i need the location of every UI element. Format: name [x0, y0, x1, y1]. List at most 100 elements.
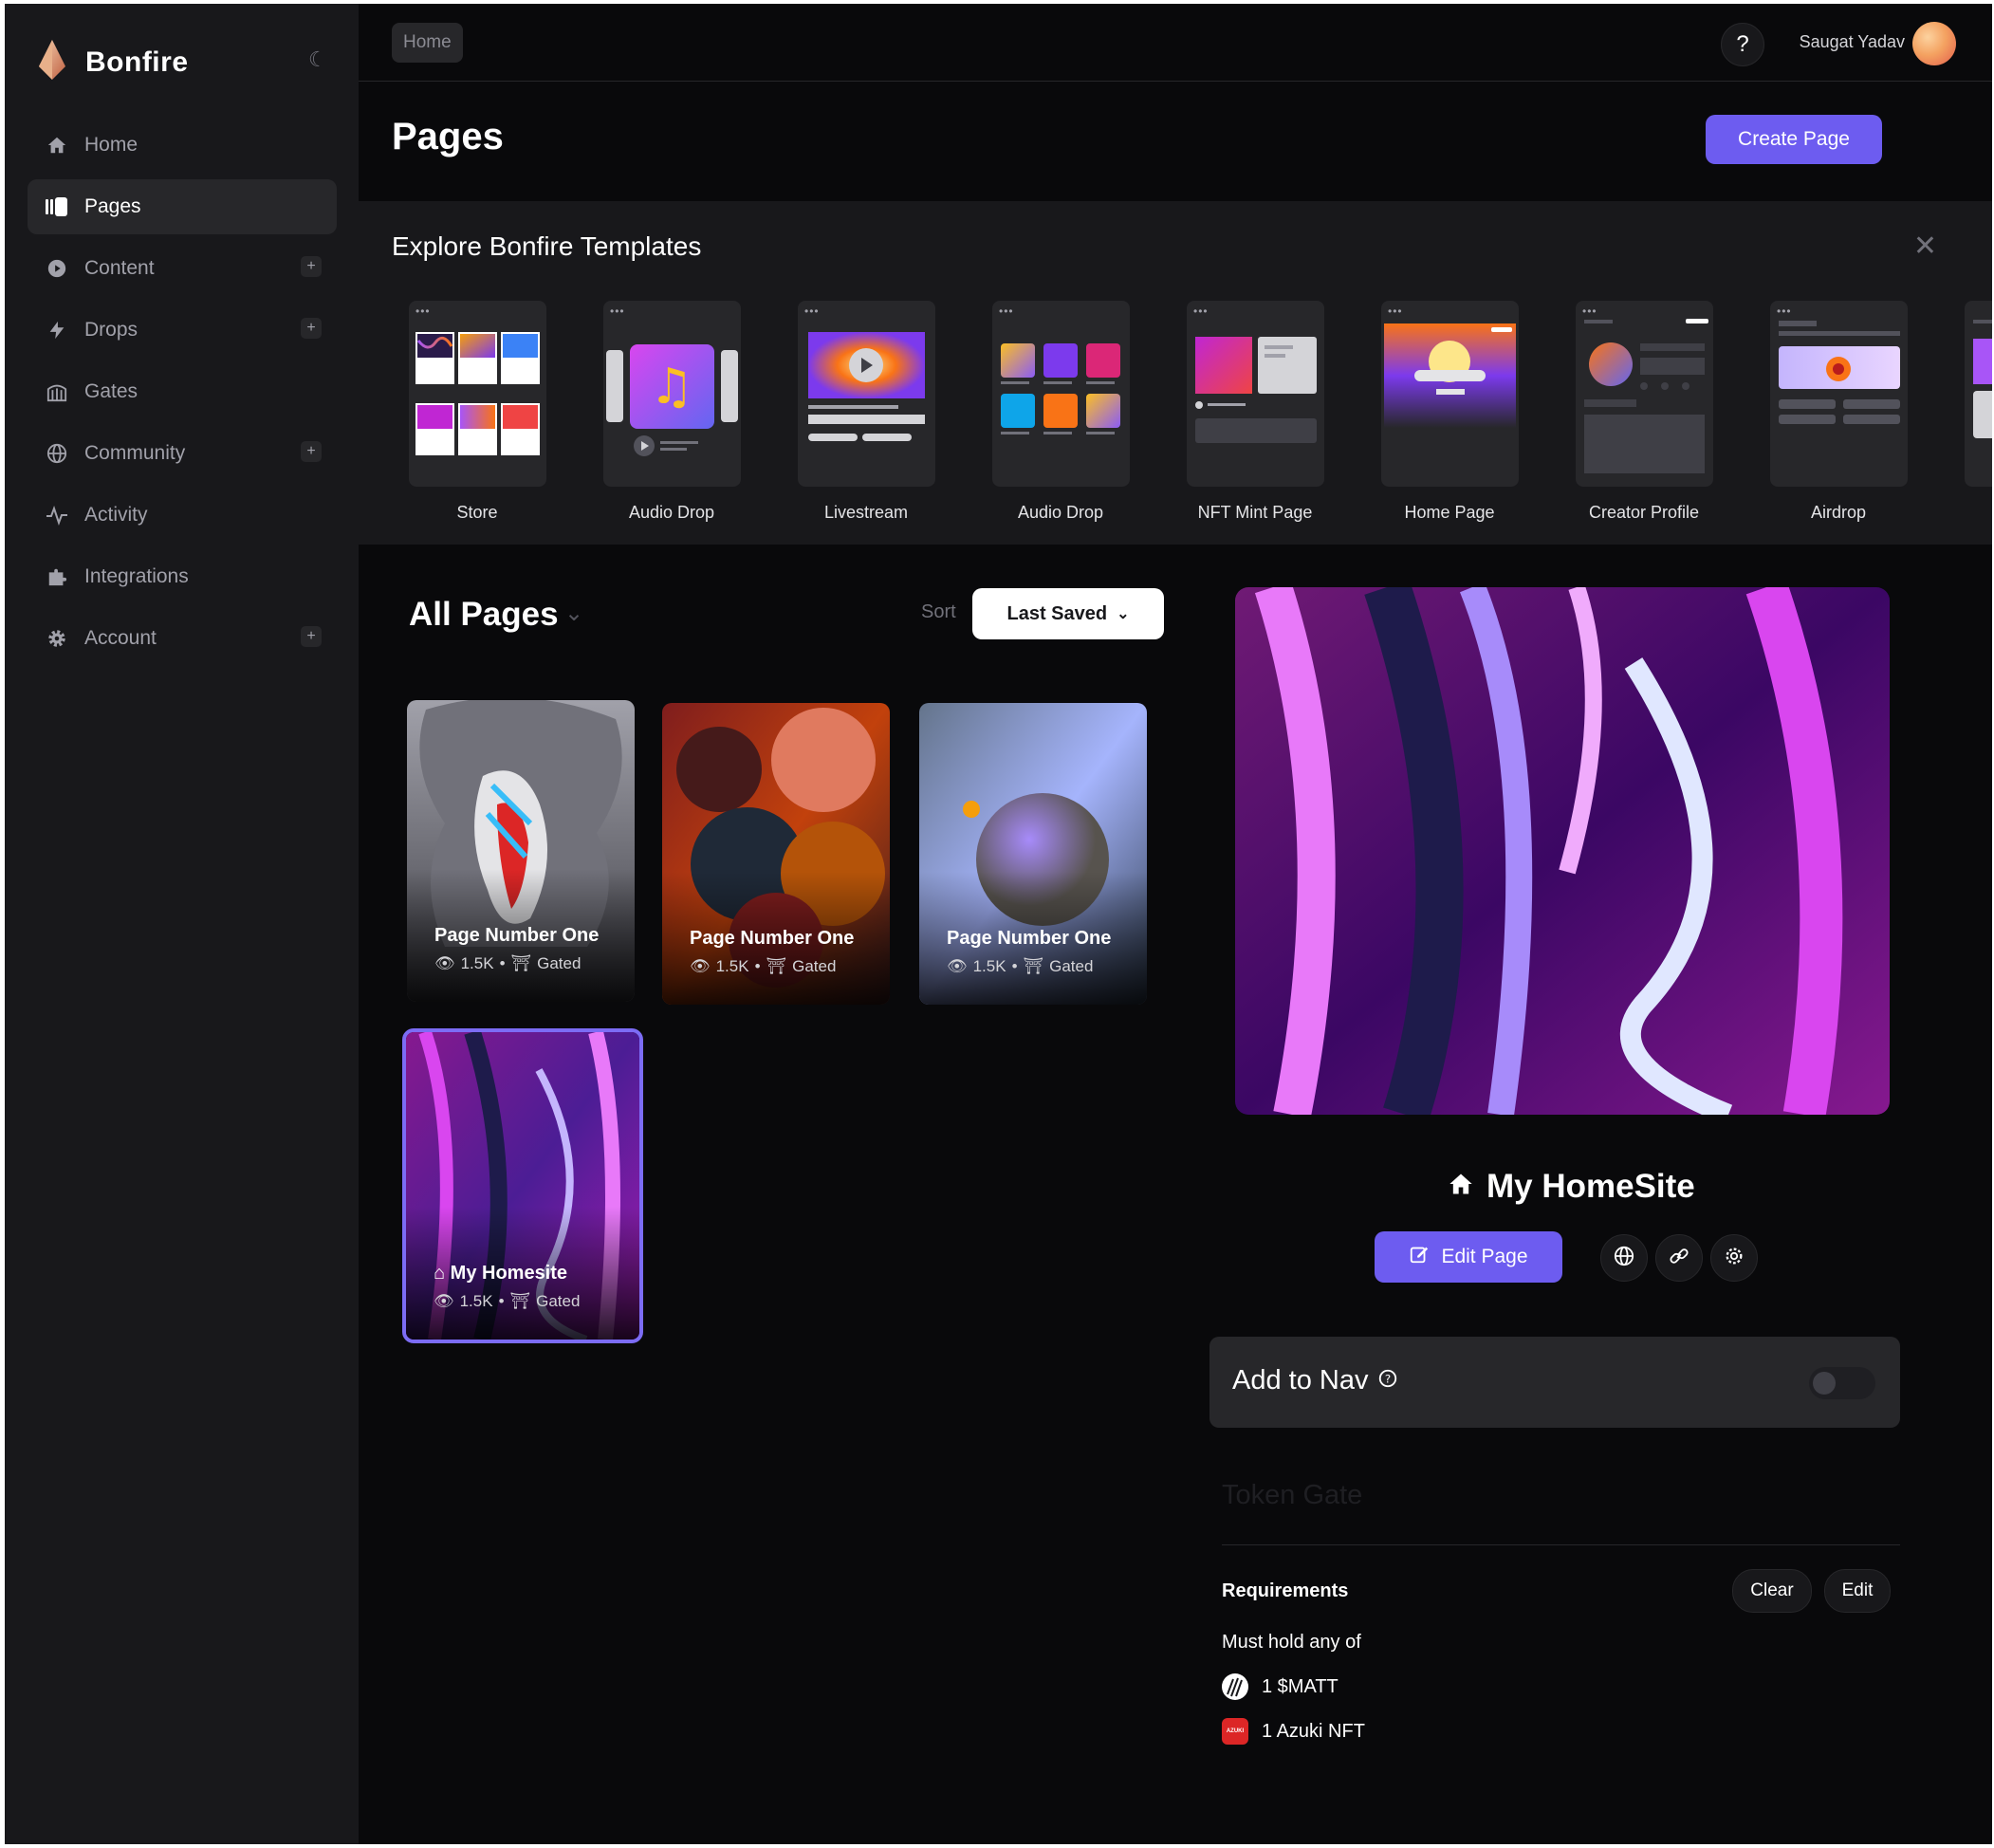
sidebar: Bonfire ☾ Home Pages Content + Drops + G… — [5, 4, 359, 1844]
puzzle-icon — [45, 564, 69, 589]
requirement-label: 1 $MATT — [1262, 1675, 1339, 1697]
chevron-down-icon: ⌄ — [1117, 606, 1130, 622]
template-card-audio-drop[interactable]: ••• ♫ — [603, 301, 741, 487]
sort-dropdown[interactable]: Last Saved ⌄ — [972, 588, 1164, 639]
template-card-audio-drop-2[interactable]: ••• — [992, 301, 1130, 487]
sidebar-item-account[interactable]: Account + — [28, 611, 337, 666]
audio-drop-thumbnail: ♫ — [606, 344, 738, 456]
add-to-nav-toggle[interactable] — [1809, 1367, 1875, 1399]
template-card-store[interactable]: ••• — [409, 301, 546, 487]
sidebar-item-integrations[interactable]: Integrations — [28, 549, 337, 604]
add-account-button[interactable]: + — [301, 626, 322, 647]
add-content-button[interactable]: + — [301, 256, 322, 277]
all-pages-title[interactable]: All Pages — [409, 596, 559, 634]
bonfire-logo-icon — [36, 38, 68, 86]
publish-globe-button[interactable] — [1600, 1234, 1648, 1282]
template-card-livestream[interactable]: ••• — [798, 301, 935, 487]
add-community-button[interactable]: + — [301, 441, 322, 462]
dot-separator: • — [1011, 957, 1018, 975]
sidebar-item-label: Content — [84, 257, 155, 279]
edit-page-button[interactable]: Edit Page — [1375, 1231, 1562, 1283]
pages-icon — [45, 194, 69, 219]
page-title: Pages — [392, 116, 504, 157]
page-card-meta: 👁 1.5K • ⛩ Gated — [434, 954, 581, 973]
creator-profile-thumbnail — [1584, 319, 1708, 473]
template-card-home-page[interactable]: ••• — [1381, 301, 1519, 487]
play-circle-icon — [45, 256, 69, 281]
gate-icon: ⛩ — [1023, 957, 1044, 975]
sidebar-item-home[interactable]: Home — [28, 118, 337, 173]
selected-page-name: My HomeSite — [1447, 1168, 1695, 1206]
gate-icon: ⛩ — [510, 954, 532, 972]
page-preview-image — [1235, 587, 1890, 1115]
page-card-meta: 👁 1.5K • ⛩ Gated — [947, 957, 1093, 976]
sidebar-item-label: Gates — [84, 380, 138, 402]
sidebar-item-drops[interactable]: Drops + — [28, 303, 337, 358]
sidebar-item-activity[interactable]: Activity — [28, 488, 337, 543]
page-card-meta: 👁 1.5K • ⛩ Gated — [434, 1292, 580, 1311]
selected-page-title: My HomeSite — [1486, 1168, 1695, 1205]
page-card-title: Page Number One — [947, 928, 1112, 949]
clear-requirements-button[interactable]: Clear — [1732, 1569, 1812, 1613]
template-card-nft-mint[interactable]: ••• — [1187, 301, 1324, 487]
template-label: Livestream — [823, 503, 909, 522]
home-icon — [1447, 1168, 1475, 1206]
edit-icon — [1409, 1244, 1430, 1270]
close-icon[interactable]: ✕ — [1913, 230, 1937, 263]
user-name[interactable]: Saugat Yadav — [1800, 32, 1905, 52]
theme-toggle-moon-icon[interactable]: ☾ — [308, 47, 327, 72]
sort-label: Sort — [921, 601, 956, 622]
sidebar-item-content[interactable]: Content + — [28, 241, 337, 296]
page-card-selected[interactable]: ⌂ My Homesite 👁 1.5K • ⛩ Gated — [402, 1028, 643, 1343]
requirements-title: Requirements — [1222, 1580, 1349, 1601]
copy-link-button[interactable] — [1655, 1234, 1703, 1282]
lightning-icon — [45, 318, 69, 342]
sidebar-item-label: Home — [84, 134, 138, 156]
template-card-airdrop[interactable]: ••• — [1770, 301, 1908, 487]
page-card[interactable]: Page Number One 👁 1.5K • ⛩ Gated — [662, 703, 890, 1005]
sidebar-item-gates[interactable]: Gates — [28, 364, 337, 419]
gear-icon — [1724, 1246, 1745, 1271]
page-card-status: Gated — [1049, 957, 1094, 975]
help-circle-icon[interactable]: ? — [1377, 1365, 1398, 1396]
page-card[interactable]: Page Number One 👁 1.5K • ⛩ Gated — [407, 700, 635, 1002]
sidebar-item-pages[interactable]: Pages — [28, 179, 337, 234]
breadcrumb[interactable]: Home — [392, 23, 463, 63]
page-card-title: ⌂ My Homesite — [434, 1263, 567, 1284]
template-card-partial[interactable] — [1965, 301, 1992, 487]
home-icon: ⌂ — [434, 1263, 446, 1284]
help-button[interactable]: ? — [1721, 23, 1764, 66]
edit-page-label: Edit Page — [1441, 1246, 1528, 1267]
page-settings-button[interactable] — [1710, 1234, 1758, 1282]
airdrop-thumbnail — [1779, 321, 1900, 424]
azuki-icon-text: AZUKI — [1226, 1728, 1245, 1734]
token-gate-label: Token Gate — [1222, 1480, 1363, 1510]
sidebar-item-label: Activity — [84, 504, 148, 526]
sidebar-item-community[interactable]: Community + — [28, 426, 337, 481]
sidebar-item-label: Integrations — [84, 565, 189, 587]
chevron-down-icon[interactable]: ⌄ — [564, 600, 583, 627]
store-thumbnail — [415, 332, 540, 455]
brand[interactable]: Bonfire — [36, 38, 189, 86]
sidebar-nav: Home Pages Content + Drops + Gates Commu… — [28, 118, 337, 673]
template-label: Audio Drop — [1017, 503, 1104, 522]
template-card-creator-profile[interactable]: ••• — [1576, 301, 1713, 487]
home-page-thumbnail — [1384, 323, 1516, 428]
dots-icon: ••• — [1388, 305, 1403, 318]
edit-requirements-button[interactable]: Edit — [1824, 1569, 1891, 1613]
sidebar-item-label: Drops — [84, 319, 138, 341]
toggle-knob — [1813, 1372, 1836, 1395]
add-drop-button[interactable]: + — [301, 318, 322, 339]
dots-icon: ••• — [610, 305, 625, 318]
globe-icon — [45, 441, 69, 466]
globe-icon — [1614, 1246, 1634, 1271]
create-page-button[interactable]: Create Page — [1706, 115, 1882, 164]
gate-icon — [45, 379, 69, 404]
page-card-views: 1.5K — [715, 957, 749, 975]
add-to-nav-label: Add to Nav — [1232, 1365, 1369, 1395]
page-card[interactable]: Page Number One 👁 1.5K • ⛩ Gated — [919, 703, 1147, 1005]
template-label: NFT Mint Page — [1197, 503, 1313, 522]
dots-icon: ••• — [804, 305, 820, 318]
avatar[interactable] — [1912, 22, 1956, 65]
add-to-nav-label-group: Add to Nav ? — [1232, 1365, 1398, 1396]
